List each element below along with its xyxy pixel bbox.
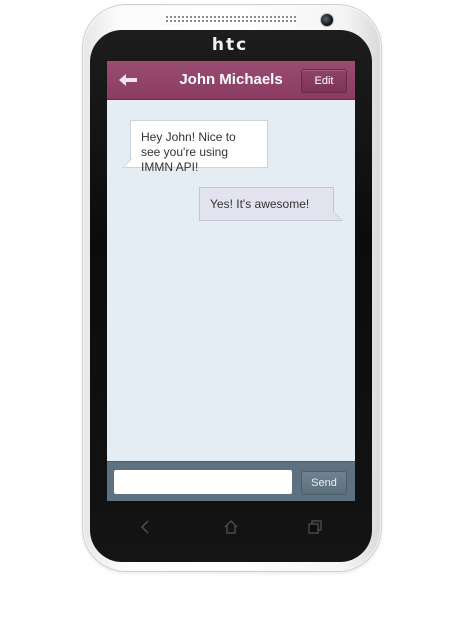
message-input[interactable]: [114, 470, 292, 494]
back-icon[interactable]: [136, 517, 156, 537]
bubble-tail-fill: [124, 159, 132, 167]
message-text: Yes! It's awesome!: [210, 197, 310, 211]
compose-bar: Send: [107, 461, 355, 501]
recent-apps-icon[interactable]: [305, 517, 325, 537]
home-icon[interactable]: [221, 517, 241, 537]
edit-button[interactable]: Edit: [301, 69, 347, 93]
speaker-grille: [165, 15, 297, 23]
message-incoming: Hey John! Nice to see you're using IMMN …: [122, 120, 268, 174]
front-camera: [320, 13, 334, 27]
send-button[interactable]: Send: [301, 471, 347, 495]
message-bubble: Yes! It's awesome!: [199, 187, 343, 221]
app-screen: John Michaels Edit Hey John! Nice to see…: [107, 61, 355, 501]
brand-logo: htc: [211, 35, 249, 55]
message-outgoing: Yes! It's awesome!: [199, 187, 343, 221]
bubble-tail-fill: [333, 212, 341, 220]
message-bubble: Hey John! Nice to see you're using IMMN …: [122, 120, 268, 174]
message-text: Hey John! Nice to see you're using IMMN …: [141, 130, 236, 174]
title-bar: John Michaels Edit: [107, 61, 355, 100]
